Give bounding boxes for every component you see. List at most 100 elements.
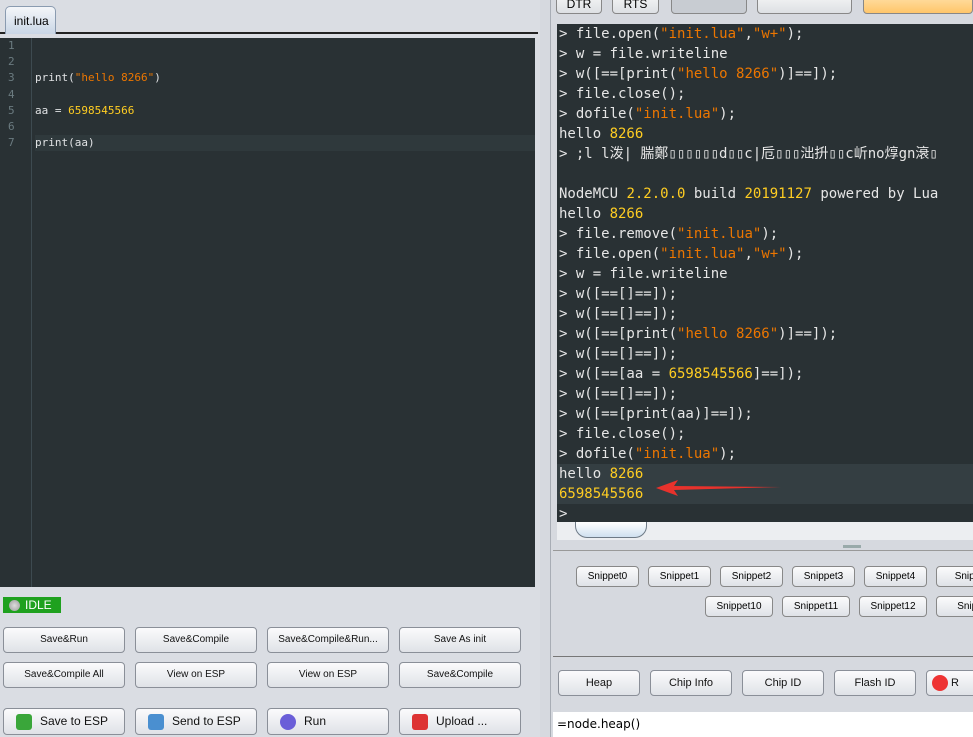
terminal-line: > w = file.writeline bbox=[557, 264, 973, 284]
save-compile-button[interactable]: Save&Compile bbox=[135, 627, 257, 653]
code-token: print(aa) bbox=[35, 136, 95, 150]
code-token: )]==]); bbox=[778, 66, 838, 82]
view-on-esp-button[interactable]: View on ESP bbox=[135, 662, 257, 688]
toolbar-button[interactable] bbox=[671, 0, 747, 14]
open-port-button[interactable] bbox=[863, 0, 973, 14]
code-token: > file.remove( bbox=[559, 226, 678, 242]
button-label: Save to ESP bbox=[40, 714, 109, 728]
code-token: > file.open( bbox=[559, 26, 661, 42]
line-number: 6 bbox=[8, 119, 15, 133]
code-token: hello bbox=[559, 466, 610, 482]
status-badge: IDLE bbox=[3, 597, 61, 613]
upload-button[interactable]: Upload ... bbox=[399, 708, 521, 735]
snippet-button[interactable]: Snippet1 bbox=[648, 566, 711, 587]
terminal-line: hello 8266 bbox=[557, 204, 973, 224]
terminal-output[interactable]: > file.open("init.lua","w+"); > w = file.… bbox=[557, 24, 973, 522]
terminal-line: > file.close(); bbox=[557, 424, 973, 444]
code-token: NodeMCU bbox=[559, 186, 627, 202]
code-token: > bbox=[559, 506, 568, 522]
save-compile-all-button[interactable]: Save&Compile All bbox=[3, 662, 125, 688]
code-token: 8266 bbox=[609, 466, 644, 482]
terminal-line: > w([==[]==]); bbox=[557, 284, 973, 304]
save-compile-run-button[interactable]: Save&Compile&Run... bbox=[267, 627, 389, 653]
code-token: ); bbox=[719, 106, 737, 122]
run-button[interactable]: Run bbox=[267, 708, 389, 735]
snippet-button[interactable]: Snipp bbox=[936, 566, 973, 587]
code-token: "hello 8266" bbox=[677, 66, 779, 82]
code-token: 20191127 bbox=[744, 186, 812, 202]
chip-info-button[interactable]: Chip Info bbox=[650, 670, 732, 696]
code-token: "init.lua" bbox=[660, 246, 745, 262]
rts-button[interactable]: RTS bbox=[612, 0, 659, 14]
code-token: ); bbox=[786, 246, 804, 262]
snippet-button[interactable]: Snippet10 bbox=[705, 596, 773, 617]
tab-init-lua[interactable]: init.lua bbox=[5, 6, 56, 34]
divider bbox=[553, 550, 973, 551]
code-token: ); bbox=[719, 446, 737, 462]
line-number: 1 bbox=[8, 39, 15, 52]
code-token: "init.lua" bbox=[660, 26, 745, 42]
command-input[interactable]: =node.heap() bbox=[553, 712, 973, 737]
code-token: , bbox=[744, 26, 753, 42]
split-handle[interactable] bbox=[843, 545, 861, 548]
code-token: > dofile( bbox=[559, 106, 635, 122]
code-token: > w([==[print( bbox=[559, 66, 678, 82]
view-on-esp-button[interactable]: View on ESP bbox=[267, 662, 389, 688]
code-line: print(aa) bbox=[35, 135, 535, 152]
code-editor[interactable]: 1 2 3 4 5 6 7 print("hello 8266") aa = 65985455… bbox=[0, 38, 535, 587]
code-token: > file.open( bbox=[559, 246, 661, 262]
button-label: Run bbox=[304, 714, 327, 728]
code-token: ); bbox=[786, 26, 804, 42]
snippet-button[interactable]: Snippet2 bbox=[720, 566, 783, 587]
terminal-line: > file.open("init.lua","w+"); bbox=[557, 244, 973, 264]
button-label: Flash ID bbox=[854, 677, 896, 689]
heap-button[interactable]: Heap bbox=[558, 670, 640, 696]
code-token: > w([==[print( bbox=[559, 326, 678, 342]
code-token: "init.lua" bbox=[677, 226, 762, 242]
scrollbar-thumb[interactable] bbox=[575, 522, 647, 538]
code-token: build bbox=[685, 186, 745, 202]
button-label: Chip ID bbox=[764, 677, 802, 689]
button-label: View on ESP bbox=[298, 669, 358, 680]
snippet-button[interactable]: Snippet0 bbox=[576, 566, 639, 587]
chip-id-button[interactable]: Chip ID bbox=[742, 670, 824, 696]
code-token: ]==]); bbox=[752, 366, 804, 382]
dtr-button[interactable]: DTR bbox=[556, 0, 602, 14]
send-to-esp-button[interactable]: Send to ESP bbox=[135, 708, 257, 735]
terminal-line: > w([==[aa = 6598545566]==]); bbox=[557, 364, 973, 384]
save-run-button[interactable]: Save&Run bbox=[3, 627, 125, 653]
button-label: Save&Compile bbox=[426, 669, 494, 680]
code-line: aa = 6598545566 bbox=[35, 103, 535, 119]
code-token: )]==]); bbox=[778, 326, 838, 342]
save-to-esp-icon bbox=[16, 714, 32, 730]
terminal-horizontal-scrollbar[interactable] bbox=[557, 522, 973, 540]
code-token: > ;l l泼| 腨鄭▯▯▯▯▯▯d▯▯c|卮▯▯▯泏抍▯▯c岓no焞gn滖▯ bbox=[559, 146, 938, 162]
terminal-line: > w([==[print("hello 8266")]==]); bbox=[557, 64, 973, 84]
save-to-esp-button[interactable]: Save to ESP bbox=[3, 708, 125, 735]
code-token: "w+" bbox=[752, 26, 787, 42]
toolbar-dropdown[interactable] bbox=[757, 0, 852, 14]
flash-id-button[interactable]: Flash ID bbox=[834, 670, 916, 696]
save-compile-button[interactable]: Save&Compile bbox=[399, 662, 521, 688]
status-label: IDLE bbox=[25, 598, 52, 612]
snippet-button[interactable]: Snippet11 bbox=[782, 596, 850, 617]
code-token: aa = bbox=[35, 103, 69, 117]
snippet-button[interactable]: Snippet3 bbox=[792, 566, 855, 587]
button-label: R bbox=[951, 677, 959, 689]
terminal-line: > w([==[]==]); bbox=[557, 344, 973, 364]
code-token: "hello 8266" bbox=[74, 71, 155, 85]
snippet-button[interactable]: Snippet4 bbox=[864, 566, 927, 587]
terminal-line: > dofile("init.lua"); bbox=[557, 444, 973, 464]
snippet-button[interactable]: Snipp bbox=[936, 596, 973, 617]
code-token: 6598545566 bbox=[68, 103, 135, 117]
code-area[interactable]: print("hello 8266") aa = 6598545566 print(… bbox=[35, 38, 535, 152]
status-led-icon bbox=[9, 600, 20, 611]
snippet-button[interactable]: Snippet12 bbox=[859, 596, 927, 617]
terminal-line: > w = file.writeline bbox=[557, 44, 973, 64]
r-button[interactable]: R bbox=[926, 670, 973, 696]
terminal-line: > ;l l泼| 腨鄭▯▯▯▯▯▯d▯▯c|卮▯▯▯泏抍▯▯c岓no焞gn滖▯ bbox=[557, 144, 973, 164]
code-token: 2.2.0.0 bbox=[626, 186, 686, 202]
code-token: "hello 8266" bbox=[677, 326, 779, 342]
save-as-init-button[interactable]: Save As init bbox=[399, 627, 521, 653]
